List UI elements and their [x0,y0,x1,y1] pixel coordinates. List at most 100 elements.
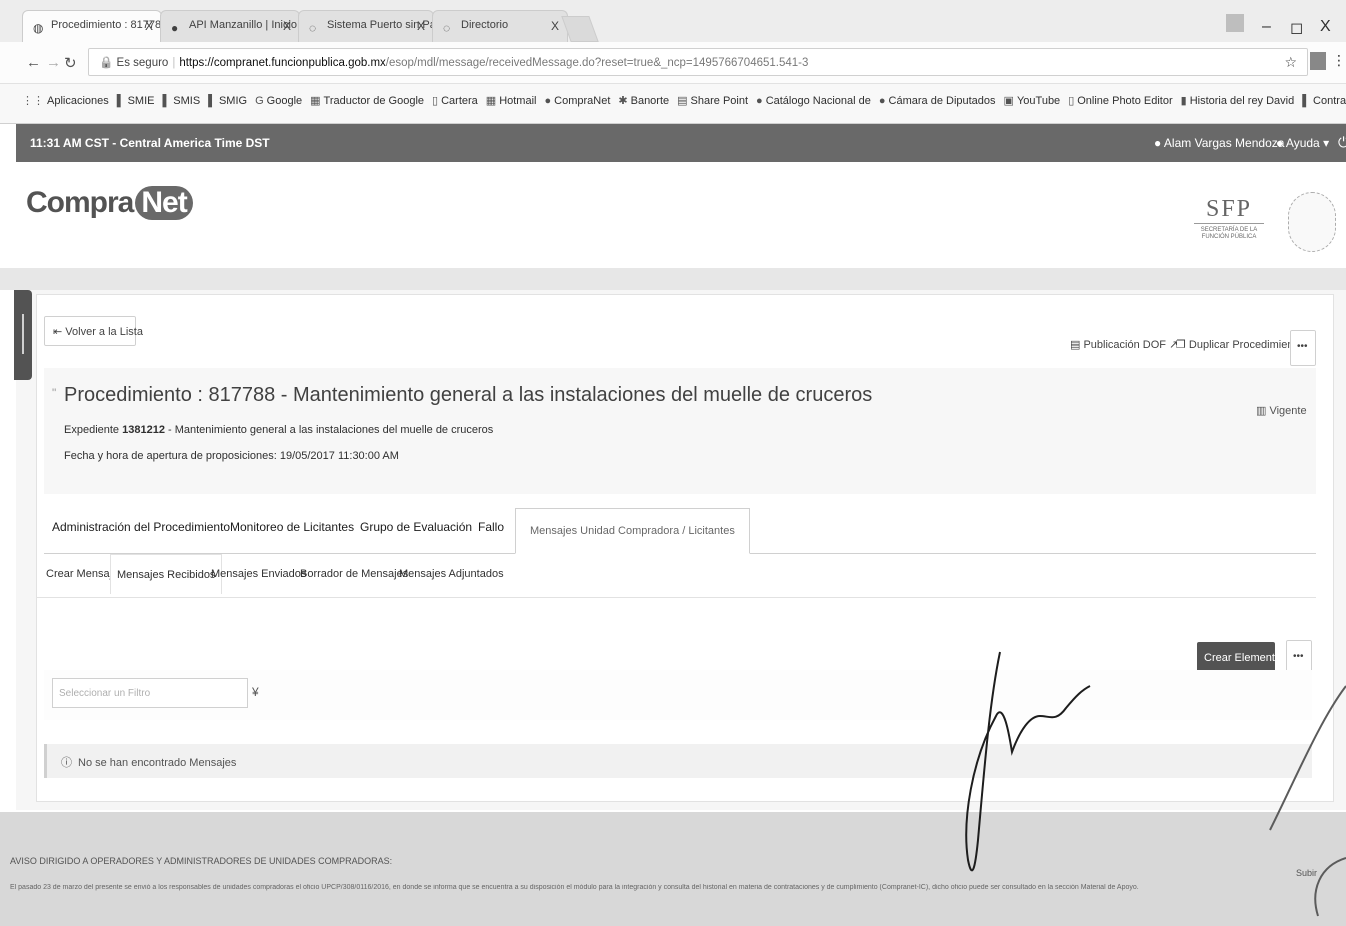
extension-icon[interactable] [1310,52,1326,70]
browser-tab-sistema-puerto[interactable]: ◌ Sistema Puerto sin Papel X [298,10,434,42]
publicacion-dof-link[interactable]: ▤ Publicación DOF ↗ [1070,338,1178,351]
tab-fallo[interactable]: Fallo [478,520,504,534]
page-icon: ◌ [443,21,451,35]
government-seal-icon [1288,192,1336,252]
subir-link[interactable]: Subir [1296,868,1317,878]
bookmark-label: Cartera [441,95,478,107]
url-input[interactable]: 🔒 Es seguro | https://compranet.funcionpub… [88,48,1308,76]
bookmark-item[interactable]: ✱ Banorte [618,94,669,107]
tab-monitoreo[interactable]: Monitoreo de Licitantes [230,520,354,534]
bookmark-item[interactable]: ▌Contratos de obras [1302,95,1346,107]
bookmark-icon: ▌ [116,95,125,107]
subtab-crear-mensaje[interactable]: Crear Mensaje [46,568,118,580]
tab-close-icon[interactable]: X [551,19,559,33]
page-icon: ◍ [33,21,44,35]
bookmark-icon: ▌ [208,95,216,107]
profile-icon[interactable] [1226,14,1244,32]
duplicar-procedimiento-label: Duplicar Procedimiento [1188,339,1303,351]
subtab-mensajes-recibidos[interactable]: Mensajes Recibidos [110,554,223,594]
menu-kebab-icon[interactable]: ⋮ [1332,52,1346,69]
reload-icon[interactable]: ↻ [64,54,77,72]
empty-message-text: No se han encontrado Mensajes [78,757,237,769]
page-icon: ▯ [1068,95,1075,107]
browser-tab-label: Directorio [461,19,509,31]
tab-close-icon[interactable]: X [145,19,153,33]
user-menu[interactable]: ● Alam Vargas Mendoza [1154,136,1284,150]
apertura-fecha: Fecha y hora de apertura de proposicione… [64,450,399,462]
browser-tab-procedimiento[interactable]: ◍ Procedimiento : 817788 X [22,10,162,42]
tab-close-icon[interactable]: X [283,19,291,33]
window-close-button[interactable]: X [1320,18,1331,36]
globe-icon: ● [171,21,179,35]
tab-mensajes[interactable]: Mensajes Unidad Compradora / Licitantes [515,508,750,554]
bookmark-label: Google [266,95,303,107]
bookmark-item[interactable]: ▯ Cartera [432,94,478,107]
back-to-list-label: Volver a la Lista [65,326,143,338]
empty-message: ⓘ No se han encontrado Mensajes [44,744,1312,778]
header-band [0,268,1346,290]
subtab-mensajes-enviados[interactable]: Mensajes Enviados [211,568,306,580]
page-title: Procedimiento : 817788 - Mantenimiento g… [64,384,873,406]
bookmark-label: Cámara de Diputados [888,95,996,107]
bookmark-item[interactable]: ● Catálogo Nacional de [756,95,871,107]
bookmark-item[interactable]: ▦ Hotmail [486,94,537,107]
help-label: Ayuda [1285,136,1320,150]
tab-grupo-evaluacion[interactable]: Grupo de Evaluación [360,520,472,534]
status-icon: ▥ [1256,405,1270,417]
user-icon: ● [1154,136,1162,150]
bookmark-item[interactable]: ● CompraNet [544,95,610,107]
back-to-list-button[interactable]: ⇤ Volver a la Lista [44,316,143,346]
help-menu[interactable]: ● Ayuda ▾ [1276,136,1329,150]
filter-select[interactable]: Seleccionar un Filtro [52,678,248,708]
bookmark-item[interactable]: ▣ YouTube [1004,94,1061,107]
bank-icon: ✱ [618,95,628,107]
bookmark-label: Aplicaciones [47,95,109,107]
bookmark-label: SMIS [173,95,201,107]
tab-close-icon[interactable]: X [417,19,425,33]
quote-mark: " [52,386,57,400]
forward-arrow-icon[interactable]: → [46,54,61,71]
chevron-down-icon: ▾ [1323,136,1330,150]
bookmark-item[interactable]: ▯ Online Photo Editor [1068,94,1172,107]
browser-tab-api-manzanillo[interactable]: ● API Manzanillo | Inicio X [160,10,300,42]
bookmark-item[interactable]: ▌ SMIE [117,95,155,107]
subtab-adjuntados[interactable]: Mensajes Adjuntados [399,568,504,580]
browser-tab-strip: ◍ Procedimiento : 817788 X ● API Manzani… [0,0,1346,42]
subtab-borrador[interactable]: Borrador de Mensajes [300,568,408,580]
notice-title: AVISO DIRIGIDO A OPERADORES Y ADMINISTRA… [10,856,393,866]
timezone-label: 11:31 AM CST - Central America Time DST [30,136,270,150]
more-actions-button[interactable]: ••• [1290,330,1316,366]
publicacion-dof-label: Publicación DOF [1083,339,1166,351]
translate-icon: ▦ [310,95,321,107]
tab-administracion[interactable]: Administración del Procedimiento [52,520,230,534]
bookmark-item[interactable]: G Google [255,95,302,107]
filter-toggle-icon[interactable]: ¥ [248,678,268,708]
power-icon[interactable]: ⏻ [1338,134,1346,151]
bookmark-label: Contratos de obras [1313,95,1346,107]
google-icon: G [255,95,264,107]
logo-text-left: Compra [26,186,134,219]
bookmark-item[interactable]: ● Cámara de Diputados [879,95,996,107]
bookmark-item[interactable]: ▌ SMIS [162,95,200,107]
user-name: Alam Vargas Mendoza [1163,136,1285,150]
bookmark-item[interactable]: ▌ SMIG [208,95,247,107]
browser-tab-directorio[interactable]: ◌ Directorio X [432,10,568,42]
youtube-icon: ▣ [1003,95,1014,107]
minimize-button[interactable]: – [1262,18,1271,36]
address-bar-row: ← → ↻ 🔒 Es seguro | https://compranet.func… [0,42,1346,84]
url-path: /esop/mdl/message/receivedMessage.do?res… [385,57,809,69]
side-panel-toggle[interactable] [14,290,32,380]
bookmark-item[interactable]: ⋮⋮ Aplicaciones [22,94,109,107]
bookmark-item[interactable]: ▦ Traductor de Google [310,94,424,107]
bookmark-item[interactable]: ▮ Historia del rey David [1181,94,1295,107]
document-icon: ▤ [1070,339,1084,351]
duplicar-procedimiento-link[interactable]: ❐ Duplicar Procedimiento [1176,338,1303,351]
restore-button[interactable]: ◻ [1290,18,1303,38]
app-topbar: 11:31 AM CST - Central America Time DST … [16,124,1346,162]
back-arrow-icon[interactable]: ← [26,54,41,71]
bookmark-label: YouTube [1016,95,1061,107]
bookmark-label: SMIG [218,95,248,107]
star-icon[interactable]: ☆ [1284,54,1297,71]
notice-text: El pasado 23 de marzo del presente se en… [10,884,1139,891]
bookmark-item[interactable]: ▤ Share Point [677,94,748,107]
